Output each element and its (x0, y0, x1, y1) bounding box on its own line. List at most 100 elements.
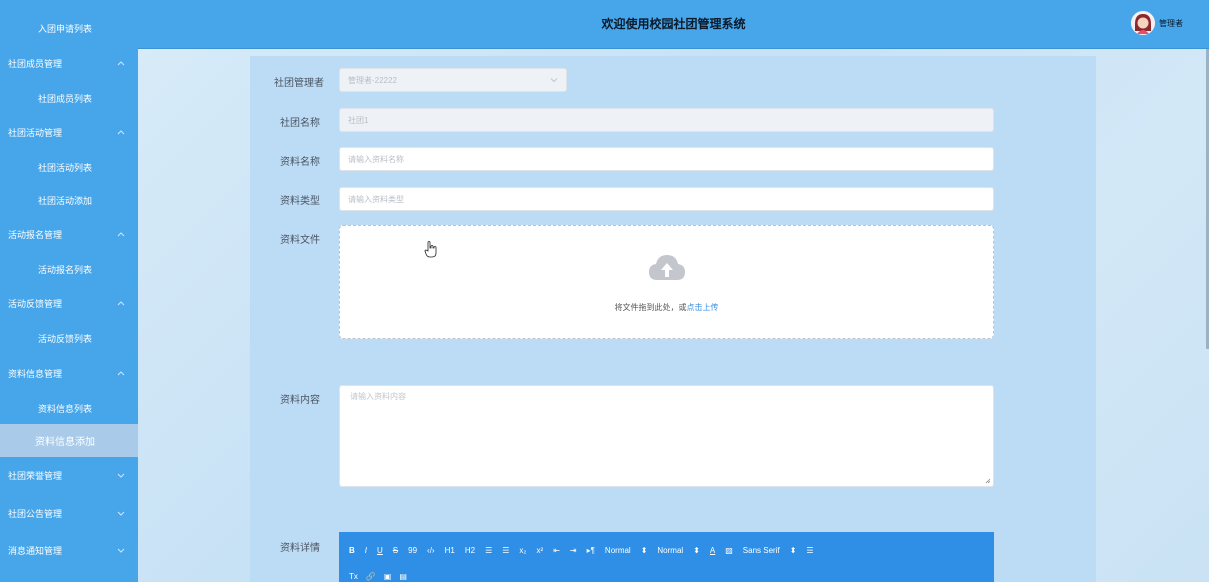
sidebar-item-material-list[interactable]: 资料信息列表 (0, 391, 138, 426)
chevron-down-icon (116, 546, 126, 556)
user-name: 管理者 (1159, 18, 1183, 28)
sidebar-group-label: 资料信息管理 (8, 369, 63, 379)
sidebar-group-activities[interactable]: 社团活动管理 (0, 115, 138, 150)
top-header: 欢迎使用校园社团管理系统 管理者 (138, 0, 1209, 49)
chevron-down-icon (116, 509, 126, 519)
chevron-up-icon (116, 128, 126, 138)
bullet-list-button[interactable]: ☰ (502, 546, 509, 555)
club-name-label: 社团名称 (280, 118, 320, 129)
sidebar-item-material-add[interactable]: 资料信息添加 (0, 424, 138, 457)
align-button[interactable]: ☰ (806, 546, 813, 555)
chevron-up-icon (116, 299, 126, 309)
direction-button[interactable]: ▸¶ (587, 546, 595, 555)
sidebar-item-label: 社团活动列表 (37, 163, 92, 173)
sidebar-group-registrations[interactable]: 活动报名管理 (0, 217, 138, 252)
sidebar-group-label: 活动报名管理 (8, 230, 63, 240)
sidebar-item-label: 入团申请列表 (37, 24, 92, 34)
manager-select[interactable]: 管理者-22222 (339, 68, 567, 92)
upload-hint: 将文件拖到此处，或点击上传 (340, 302, 993, 313)
sidebar-item-activity-add[interactable]: 社团活动添加 (0, 183, 138, 218)
material-content-label: 资料内容 (280, 395, 320, 406)
code-button[interactable]: ‹/› (427, 546, 435, 555)
strike-button[interactable]: S (393, 546, 398, 555)
rich-text-editor: B I U S 99 ‹/› H1 H2 ☰ ☰ x₂ x² ⇤ ⇥ ▸¶ No… (339, 532, 994, 582)
hand-cursor-icon (424, 241, 437, 258)
material-name-input[interactable]: 请输入资料名称 (339, 147, 994, 171)
editor-toolbar-row2: Tx 🔗 ▣ ▤ (349, 572, 407, 581)
club-name-field[interactable]: 社团1 (339, 108, 994, 132)
sidebar-item-label: 资料信息列表 (37, 404, 92, 414)
outdent-button[interactable]: ⇤ (553, 546, 560, 555)
h1-button[interactable]: H1 (445, 546, 455, 555)
sidebar-group-label: 社团荣誉管理 (8, 471, 63, 481)
sidebar-item-label: 社团成员列表 (37, 94, 92, 104)
sidebar-group-label: 社团活动管理 (8, 128, 63, 138)
superscript-button[interactable]: x² (537, 546, 544, 555)
italic-button[interactable]: I (365, 546, 367, 555)
bold-button[interactable]: B (349, 546, 355, 555)
sidebar-group-honors[interactable]: 社团荣誉管理 (0, 458, 138, 493)
material-type-input[interactable]: 请输入资料类型 (339, 187, 994, 211)
upload-hint-text: 将文件拖到此处，或 (614, 303, 687, 312)
sidebar-item-label: 社团活动添加 (37, 196, 92, 206)
indent-button[interactable]: ⇥ (570, 546, 577, 555)
sidebar-group-notifications[interactable]: 消息通知管理 (0, 533, 138, 568)
resize-handle-icon[interactable] (985, 478, 991, 484)
material-file-label: 资料文件 (280, 235, 320, 246)
material-type-label: 资料类型 (280, 196, 320, 207)
sidebar-group-materials[interactable]: 资料信息管理 (0, 356, 138, 391)
h2-button[interactable]: H2 (465, 546, 475, 555)
ordered-list-button[interactable]: ☰ (485, 546, 492, 555)
header-select-arrow-icon: ⬍ (693, 546, 700, 555)
background-color-button[interactable]: ▨ (725, 546, 733, 555)
sidebar-group-members[interactable]: 社团成员管理 (0, 46, 138, 81)
sidebar-item-label: 资料信息添加 (35, 437, 95, 448)
subscript-button[interactable]: x₂ (519, 546, 526, 555)
material-type-placeholder: 请输入资料类型 (348, 194, 404, 204)
font-select[interactable]: Sans Serif (743, 546, 780, 555)
manager-label: 社团管理者 (274, 78, 324, 89)
sidebar-item-join-applications[interactable]: 入团申请列表 (0, 11, 138, 46)
avatar[interactable] (1131, 11, 1155, 35)
blockquote-button[interactable]: 99 (408, 546, 417, 555)
sidebar-item-activity-list[interactable]: 社团活动列表 (0, 150, 138, 185)
chevron-down-icon (116, 471, 126, 481)
cloud-upload-icon (649, 255, 685, 280)
image-button[interactable]: ▣ (384, 572, 392, 581)
upload-link[interactable]: 点击上传 (687, 303, 719, 312)
size-select[interactable]: Normal (605, 546, 631, 555)
sidebar: 入团申请列表 社团成员管理 社团成员列表 社团活动管理 社团活动列表 社团活动添… (0, 0, 138, 582)
chevron-up-icon (116, 230, 126, 240)
header-select[interactable]: Normal (657, 546, 683, 555)
club-name-value: 社团1 (348, 115, 369, 125)
chevron-down-icon (550, 78, 558, 83)
sidebar-item-label: 活动报名列表 (37, 265, 92, 275)
editor-toolbar: B I U S 99 ‹/› H1 H2 ☰ ☰ x₂ x² ⇤ ⇥ ▸¶ No… (349, 546, 824, 555)
sidebar-item-member-list[interactable]: 社团成员列表 (0, 81, 138, 116)
material-detail-label: 资料详情 (280, 543, 320, 554)
material-content-textarea[interactable]: 请输入资料内容 (339, 385, 994, 487)
font-select-arrow-icon: ⬍ (789, 546, 797, 555)
user-menu[interactable]: 管理者 (1131, 11, 1183, 35)
chevron-up-icon (116, 59, 126, 69)
sidebar-item-registration-list[interactable]: 活动报名列表 (0, 252, 138, 287)
sidebar-item-label: 活动反馈列表 (37, 334, 92, 344)
clear-format-button[interactable]: Tx (349, 572, 358, 581)
sidebar-group-feedback[interactable]: 活动反馈管理 (0, 286, 138, 321)
link-button[interactable]: 🔗 (366, 572, 376, 581)
manager-value: 管理者-22222 (348, 75, 397, 85)
sidebar-group-label: 活动反馈管理 (8, 299, 63, 309)
sidebar-item-feedback-list[interactable]: 活动反馈列表 (0, 321, 138, 356)
material-name-placeholder: 请输入资料名称 (348, 154, 404, 164)
underline-button[interactable]: U (377, 546, 383, 555)
text-color-button[interactable]: A (710, 546, 715, 555)
page-title: 欢迎使用校园社团管理系统 (601, 17, 746, 31)
sidebar-group-announcements[interactable]: 社团公告管理 (0, 496, 138, 531)
size-select-arrow-icon: ⬍ (640, 546, 648, 555)
sidebar-group-label: 社团成员管理 (8, 59, 63, 69)
material-content-placeholder: 请输入资料内容 (350, 392, 406, 401)
video-button[interactable]: ▤ (399, 572, 407, 581)
sidebar-group-label: 社团公告管理 (8, 509, 63, 519)
material-name-label: 资料名称 (280, 157, 320, 168)
chevron-up-icon (116, 369, 126, 379)
